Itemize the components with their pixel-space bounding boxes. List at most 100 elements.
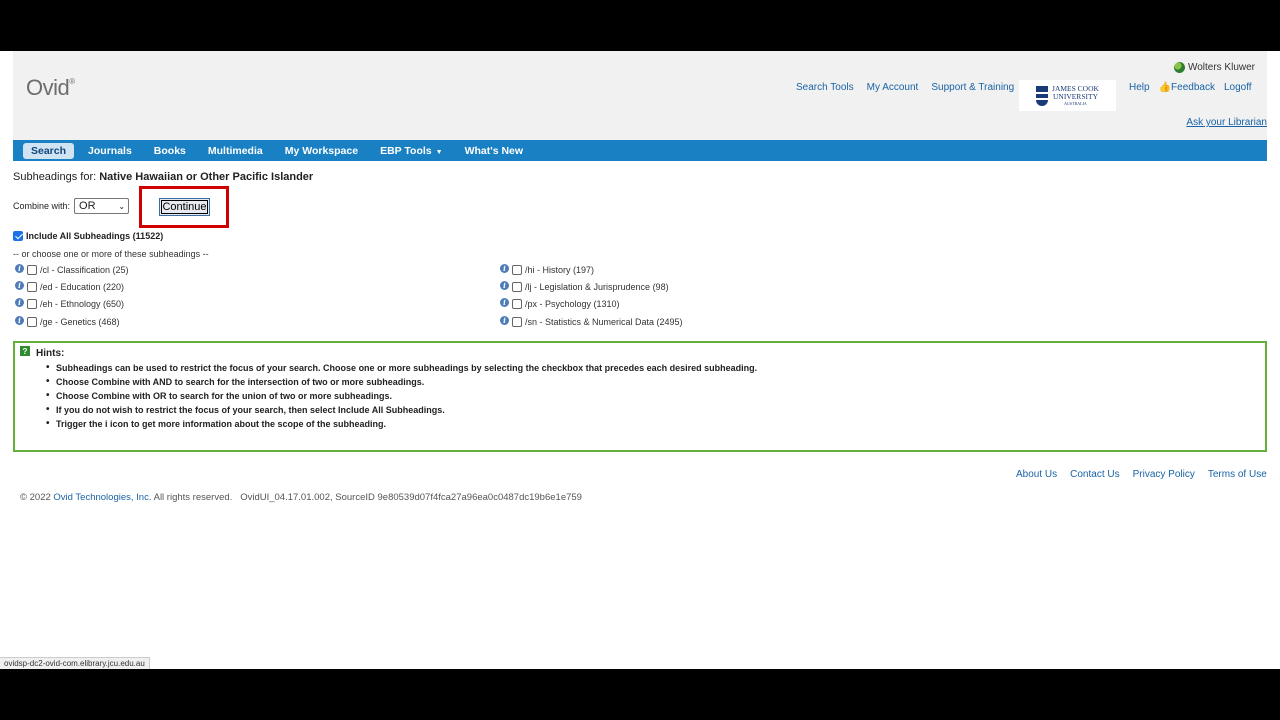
hints-box: ? Hints: Subheadings can be used to rest… (13, 341, 1267, 452)
institution-logo: JAMES COOK UNIVERSITY AUSTRALIA (1019, 80, 1116, 111)
help-link[interactable]: Help (1129, 82, 1150, 93)
ovid-logo[interactable]: Ovid® (26, 75, 75, 101)
wolters-kluwer-logo-icon (1173, 62, 1185, 73)
footer-links: About Us Contact Us Privacy Policy Terms… (1016, 469, 1280, 480)
page-title: Subheadings for: Native Hawaiian or Othe… (13, 171, 313, 183)
wolters-kluwer-brand: Wolters Kluwer (1173, 62, 1255, 73)
subheading-label: /cl - Classification (25) (40, 265, 129, 275)
caret-down-icon: ▼ (435, 148, 443, 156)
subheading-checkbox[interactable] (27, 317, 37, 327)
hints-title-text: Hints (36, 348, 61, 359)
thumbs-up-icon: 👍 (1158, 82, 1172, 93)
page-header: Ovid® Wolters Kluwer Search Tools My Acc… (13, 51, 1267, 140)
list-item: i/ge - Genetics (468) (15, 315, 120, 327)
tab-whats-new[interactable]: What's New (457, 143, 532, 159)
continue-highlight-box: Continue (139, 186, 229, 228)
support-training-link[interactable]: Support & Training (931, 82, 1014, 93)
logoff-link[interactable]: Logoff (1224, 82, 1252, 93)
list-item: i/px - Psychology (1310) (500, 297, 620, 309)
info-icon[interactable]: i (15, 263, 24, 273)
wolters-kluwer-text: Wolters Kluwer (1187, 62, 1255, 73)
list-item: Choose Combine with AND to search for th… (46, 376, 757, 387)
utility-links: Help 👍Feedback Logoff (1129, 82, 1252, 93)
tab-ebp-tools-label: EBP Tools (380, 144, 432, 157)
list-item: i/lj - Legislation & Jurisprudence (98) (500, 280, 669, 292)
main-nav: Search Journals Books Multimedia My Work… (13, 140, 1267, 161)
institution-name: JAMES COOK UNIVERSITY AUSTRALIA (1052, 85, 1099, 107)
combine-value: OR (79, 200, 96, 212)
subheading-checkbox[interactable] (512, 265, 522, 275)
subheading-label: /lj - Legislation & Jurisprudence (98) (525, 282, 669, 292)
info-icon[interactable]: i (500, 297, 509, 307)
info-icon[interactable]: i (500, 263, 509, 273)
list-item: i/sn - Statistics & Numerical Data (2495… (500, 315, 683, 327)
tab-search[interactable]: Search (23, 142, 75, 159)
hints-title: Hints: (36, 348, 65, 359)
info-icon[interactable]: i (15, 280, 24, 290)
or-choose-text: -- or choose one or more of these subhea… (13, 249, 209, 259)
ovid-technologies-link[interactable]: Ovid Technologies, Inc. (53, 492, 151, 503)
about-us-link[interactable]: About Us (1016, 469, 1057, 480)
subheading-checkbox[interactable] (512, 282, 522, 292)
ask-librarian-link[interactable]: Ask your Librarian (1186, 117, 1267, 128)
list-item: i/ed - Education (220) (15, 280, 125, 292)
include-all-checkbox[interactable] (13, 231, 23, 241)
subheading-label: /px - Psychology (1310) (525, 299, 620, 309)
tab-books[interactable]: Books (146, 143, 194, 159)
combine-label: Combine with: (13, 201, 71, 211)
copyright-suffix: All rights reserved. OvidUI_04.17.01.002… (153, 492, 582, 503)
contact-us-link[interactable]: Contact Us (1070, 469, 1119, 480)
subheading-checkbox[interactable] (27, 282, 37, 292)
tab-journals[interactable]: Journals (80, 143, 140, 159)
jcu-shield-icon (1036, 85, 1049, 106)
copyright-prefix: © 2022 (20, 492, 51, 503)
list-item: Trigger the i icon to get more informati… (46, 418, 757, 429)
subheading-label: /hi - History (197) (525, 265, 595, 275)
subheading-checkbox[interactable] (512, 317, 522, 327)
tab-ebp-tools[interactable]: EBP Tools ▼ (372, 143, 450, 159)
subheading-label: /ge - Genetics (468) (40, 317, 120, 327)
chevron-down-icon: ⌄ (118, 201, 126, 211)
subheading-label: /sn - Statistics & Numerical Data (2495) (525, 317, 683, 327)
list-item: i/hi - History (197) (500, 263, 595, 275)
hints-list: Subheadings can be used to restrict the … (46, 362, 757, 433)
browser-viewport: Ovid® Wolters Kluwer Search Tools My Acc… (0, 51, 1280, 669)
continue-button[interactable]: Continue (159, 198, 210, 216)
title-prefix: Subheadings for: (13, 171, 97, 183)
subheading-checkbox[interactable] (27, 299, 37, 309)
feedback-label: Feedback (1171, 82, 1215, 93)
tab-my-workspace[interactable]: My Workspace (277, 143, 366, 159)
subheading-checkbox[interactable] (512, 299, 522, 309)
list-item: Choose Combine with OR to search for the… (46, 390, 757, 401)
institution-line3: AUSTRALIA (1064, 101, 1087, 106)
terms-of-use-link[interactable]: Terms of Use (1208, 469, 1267, 480)
status-bar-url: ovidsp-dc2-ovid-com.elibrary.jcu.edu.au (0, 657, 150, 669)
subheading-label: /eh - Ethnology (650) (40, 299, 125, 309)
include-all-row: Include All Subheadings (11522) (13, 231, 163, 241)
subheading-label: /ed - Education (220) (40, 282, 125, 292)
list-item: i/eh - Ethnology (650) (15, 297, 125, 309)
search-tools-link[interactable]: Search Tools (796, 82, 854, 93)
list-item: Subheadings can be used to restrict the … (46, 362, 757, 373)
my-account-link[interactable]: My Account (867, 82, 919, 93)
privacy-policy-link[interactable]: Privacy Policy (1133, 469, 1195, 480)
include-all-label: Include All Subheadings (11522) (26, 231, 164, 241)
institution-line2: UNIVERSITY (1052, 92, 1098, 101)
combine-select[interactable]: OR ⌄ (74, 198, 130, 214)
subheading-checkbox[interactable] (27, 265, 37, 275)
info-icon[interactable]: i (15, 315, 24, 325)
ovid-logo-registered: ® (69, 77, 75, 86)
title-term: Native Hawaiian or Other Pacific Islande… (99, 171, 314, 183)
combine-row: Combine with: OR ⌄ (13, 198, 130, 214)
list-item: If you do not wish to restrict the focus… (46, 404, 757, 415)
info-icon[interactable]: i (15, 297, 24, 307)
list-item: i/cl - Classification (25) (15, 263, 129, 275)
info-icon[interactable]: i (500, 280, 509, 290)
question-icon: ? (20, 346, 30, 356)
ovid-logo-text: Ovid (26, 75, 70, 100)
info-icon[interactable]: i (500, 315, 509, 325)
copyright: © 2022 Ovid Technologies, Inc. All right… (20, 492, 582, 503)
tab-multimedia[interactable]: Multimedia (200, 143, 271, 159)
feedback-link[interactable]: 👍Feedback (1159, 82, 1215, 93)
top-links: Search Tools My Account Support & Traini… (796, 82, 1027, 93)
